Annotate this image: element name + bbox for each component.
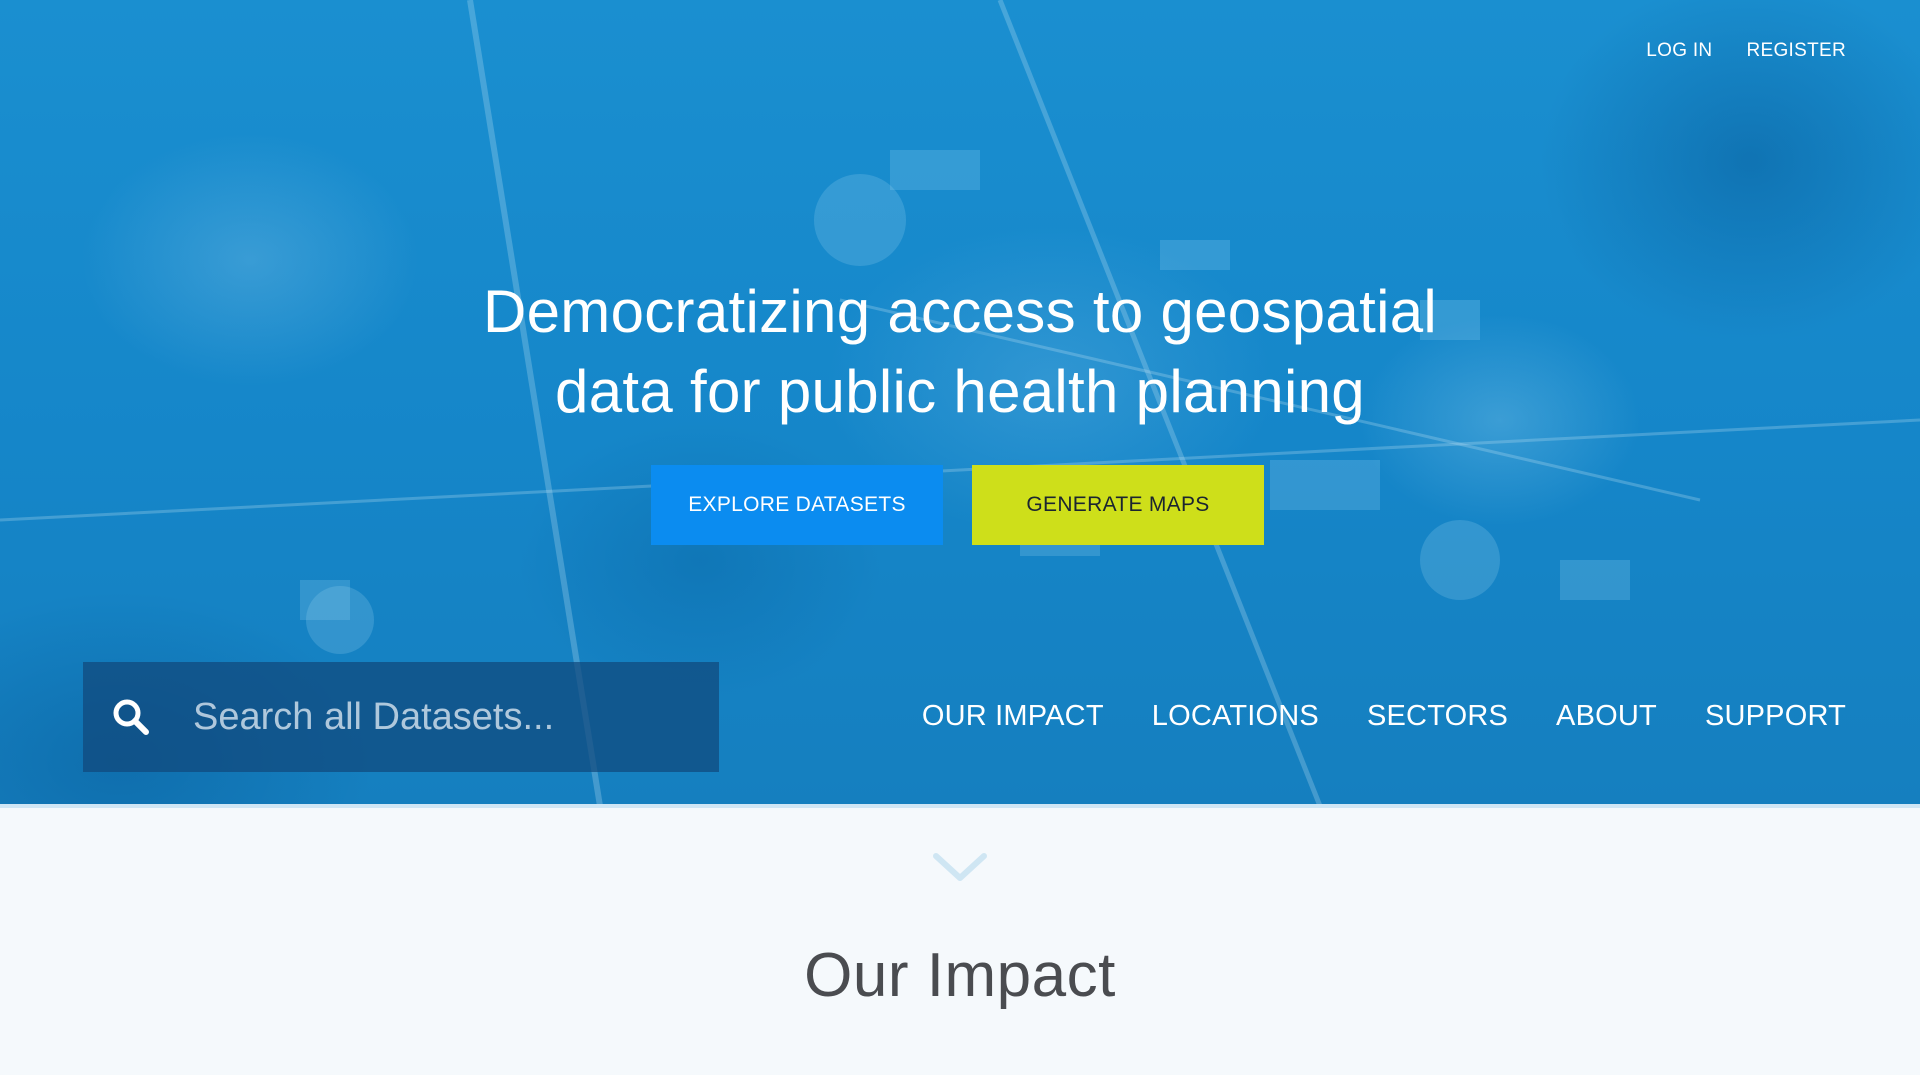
nav-our-impact[interactable]: OUR IMPACT [922,700,1104,733]
top-account-nav: LOG IN REGISTER [1646,40,1846,62]
headline-line-1: Democratizing access to geospatial [483,278,1437,345]
hero-headline: Democratizing access to geospatial data … [0,272,1920,432]
section-title-our-impact: Our Impact [804,941,1116,1010]
nav-sectors[interactable]: SECTORS [1367,700,1508,733]
cta-buttons: EXPLORE DATASETS GENERATE MAPS [651,465,1264,545]
nav-about[interactable]: ABOUT [1556,700,1657,733]
chevron-down-icon[interactable] [932,852,988,882]
main-nav: OUR IMPACT LOCATIONS SECTORS ABOUT SUPPO… [922,700,1846,733]
login-link[interactable]: LOG IN [1646,40,1712,62]
search-icon[interactable] [111,697,151,737]
register-link[interactable]: REGISTER [1746,40,1846,62]
explore-datasets-button[interactable]: EXPLORE DATASETS [651,465,943,545]
generate-maps-button[interactable]: GENERATE MAPS [972,465,1264,545]
hero-divider [0,804,1920,808]
search-input[interactable] [193,687,719,747]
dataset-search-box [83,662,719,772]
nav-locations[interactable]: LOCATIONS [1152,700,1319,733]
headline-line-2: data for public health planning [555,358,1365,425]
nav-support[interactable]: SUPPORT [1705,700,1846,733]
hero-section: LOG IN REGISTER Democratizing access to … [0,0,1920,806]
